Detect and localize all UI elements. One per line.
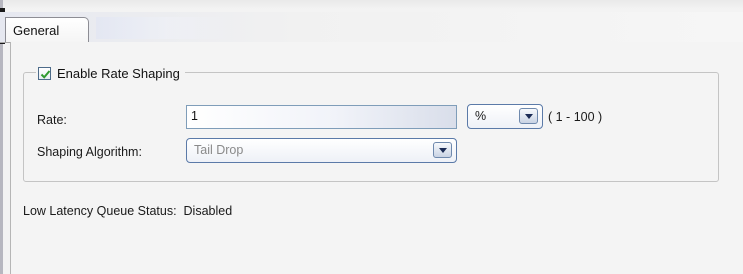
rate-label: Rate: xyxy=(37,113,67,127)
tab-strip-highlight xyxy=(96,17,236,39)
low-latency-label: Low Latency Queue Status: xyxy=(23,204,177,218)
enable-rate-shaping-row[interactable]: Enable Rate Shaping xyxy=(36,63,185,83)
enable-rate-shaping-checkbox[interactable] xyxy=(38,66,51,80)
tab-general-label: General xyxy=(13,23,60,38)
rate-shaping-window: General Enable Rate Shaping Rate: 1 % ( … xyxy=(0,0,743,274)
dropdown-arrow-icon[interactable] xyxy=(433,142,452,158)
tab-general[interactable]: General xyxy=(5,17,89,42)
shaping-algorithm-value: Tail Drop xyxy=(194,143,244,157)
checkmark-icon xyxy=(40,69,51,79)
shaping-algorithm-label: Shaping Algorithm: xyxy=(37,145,142,159)
enable-rate-shaping-label: Enable Rate Shaping xyxy=(57,65,180,81)
rate-range-hint: ( 1 - 100 ) xyxy=(548,110,603,124)
rate-input[interactable]: 1 xyxy=(186,105,457,129)
low-latency-value: Disabled xyxy=(183,204,233,218)
dropdown-arrow-icon[interactable] xyxy=(519,108,538,124)
low-latency-queue-status: Low Latency Queue Status: Disabled xyxy=(23,204,232,218)
shaping-algorithm-select[interactable]: Tail Drop xyxy=(186,138,457,163)
rate-unit-select[interactable]: % xyxy=(467,104,543,129)
rate-unit-value: % xyxy=(475,109,487,123)
title-strip xyxy=(0,0,743,9)
